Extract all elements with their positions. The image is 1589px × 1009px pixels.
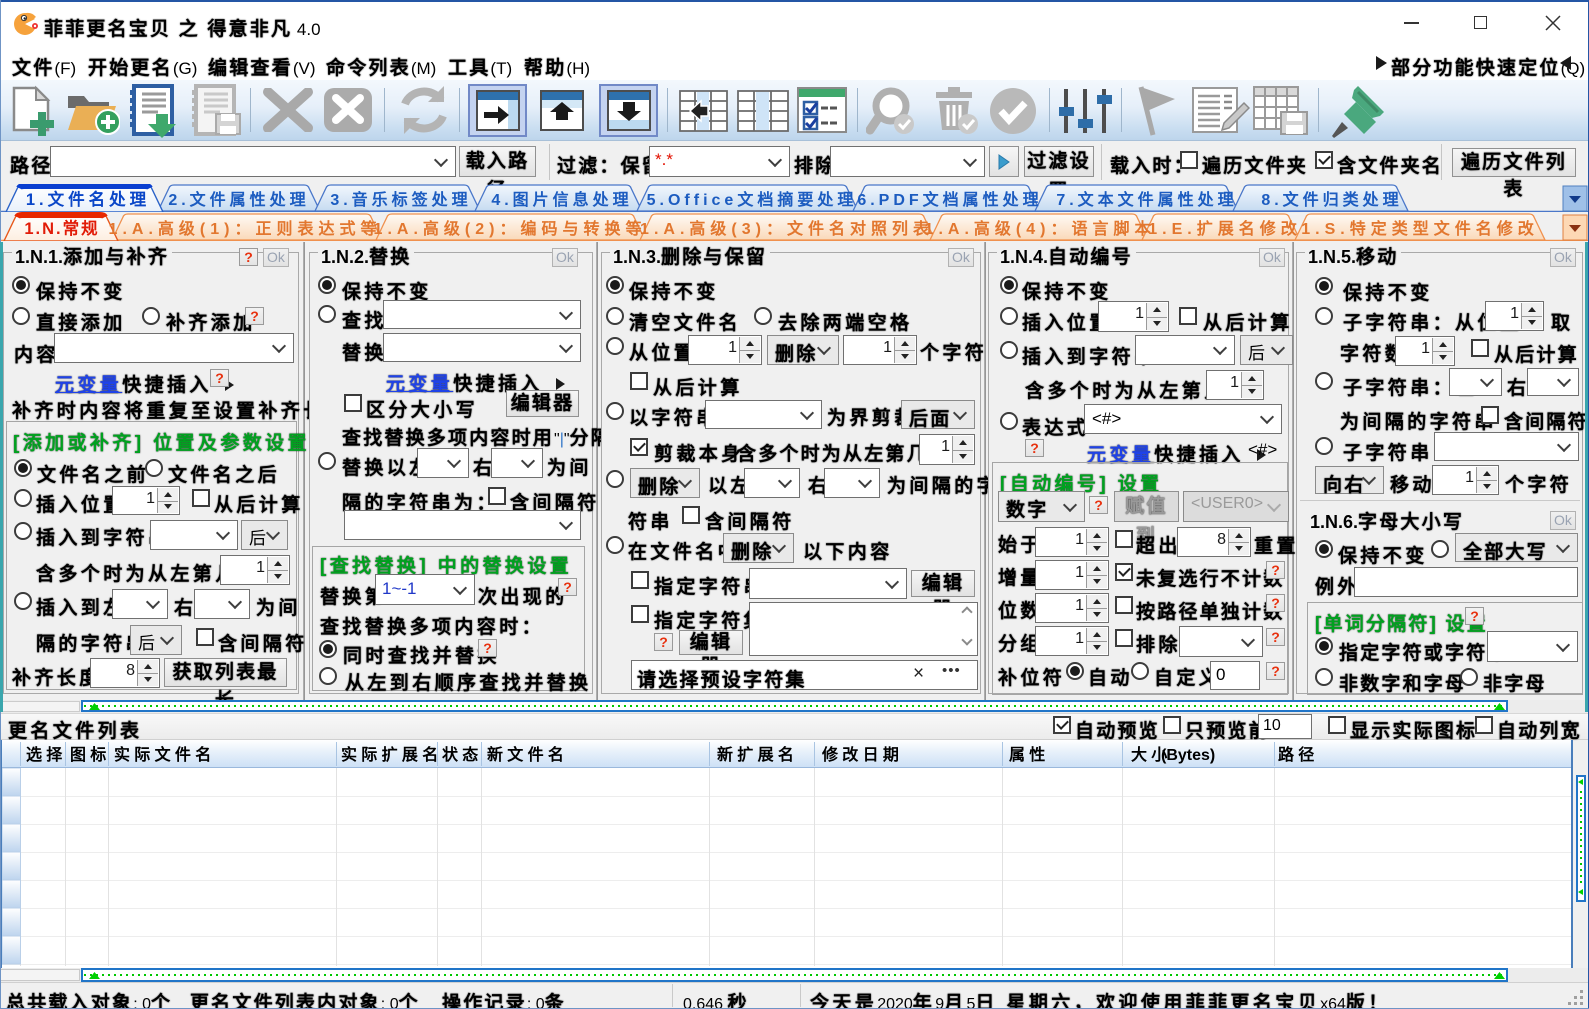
svg-text:路径: 路径 (1278, 745, 1319, 764)
svg-text:5.Office文档摘要处理: 5.Office文档摘要处理 (647, 190, 858, 209)
svg-text:图标: 图标 (70, 746, 111, 764)
svg-text:6.PDF文档属性处理: 6.PDF文档属性处理 (857, 190, 1042, 209)
svg-text:8.文件归类处理: 8.文件归类处理 (1261, 190, 1402, 209)
svg-text:新扩展名: 新扩展名 (717, 745, 798, 764)
svg-text:1.A.高级(4)：语言脚本: 1.A.高级(4)：语言脚本 (925, 219, 1156, 238)
svg-text:1.A.高级(3)：文件名对照列表: 1.A.高级(3)：文件名对照列表 (640, 219, 934, 238)
svg-text:修改日期: 修改日期 (821, 745, 903, 764)
svg-text:1.A.高级(2)：编码与转换等: 1.A.高级(2)：编码与转换等 (374, 219, 647, 238)
svg-text:属性: 属性 (1009, 745, 1050, 764)
svg-text:1.S.特定类型文件名修改: 1.S.特定类型文件名修改 (1301, 219, 1538, 238)
svg-text:实际扩展名: 实际扩展名 (341, 745, 443, 764)
svg-text:实际文件名: 实际文件名 (114, 745, 216, 764)
svg-text:状态: 状态 (442, 745, 483, 764)
svg-text:2.文件属性处理: 2.文件属性处理 (168, 190, 309, 209)
svg-text:1.N.常规: 1.N.常规 (24, 218, 99, 238)
svg-text:新文件名: 新文件名 (487, 745, 568, 764)
svg-text:7.文本文件属性处理: 7.文本文件属性处理 (1056, 190, 1237, 209)
svg-text:1.文件名处理: 1.文件名处理 (26, 189, 150, 209)
svg-text:4.图片信息处理: 4.图片信息处理 (491, 190, 632, 209)
svg-text:选择: 选择 (26, 745, 67, 764)
svg-text:1.A.高级(1)：正则表达式等: 1.A.高级(1)：正则表达式等 (109, 219, 382, 238)
svg-text:1.E.扩展名修改: 1.E.扩展名修改 (1148, 219, 1301, 238)
svg-text:3.音乐标签处理: 3.音乐标签处理 (330, 190, 471, 209)
svg-text:(Bytes): (Bytes) (1161, 747, 1215, 764)
